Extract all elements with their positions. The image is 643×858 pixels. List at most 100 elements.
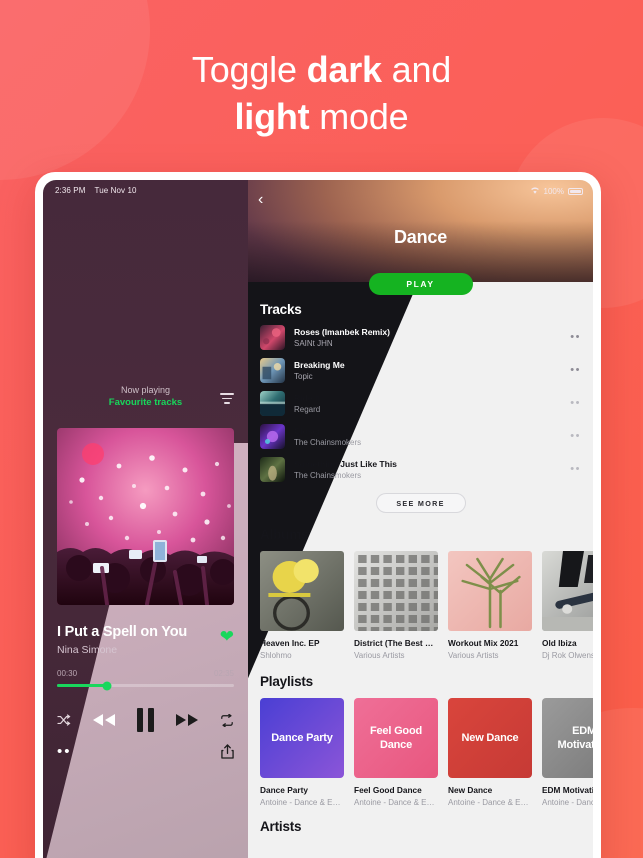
page-title: Dance (393, 227, 448, 247)
playlist-name: Feel Good Dance (354, 785, 422, 795)
track-row[interactable]: Something Just Like This The Chainsmokers… (248, 453, 593, 486)
track-artist: Topic (294, 372, 313, 381)
headline-text-mode: mode (309, 96, 409, 137)
album-artist: Shlohmo (260, 651, 292, 660)
album-artist: Various Artists (448, 651, 499, 660)
headline-text-dark: dark (306, 49, 382, 90)
progress-knob[interactable] (102, 681, 112, 690)
track-artist: The Chainsmokers (294, 471, 362, 480)
playlist-card[interactable]: Feel Good Dance Feel Good Dance Antoine - … (354, 698, 438, 807)
album-cover-art[interactable] (57, 428, 234, 605)
album-card[interactable]: Heaven Inc. EP Shlohmo (260, 551, 344, 660)
playlists-carousel[interactable]: Dance Party Dance Party Antoine - Dance & … (248, 689, 593, 807)
track-row[interactable]: Roses (Imanbek Remix) SAINt JHN •• (248, 321, 593, 354)
artists-section: Artists (248, 819, 593, 834)
status-bar-date: Tue Nov 10 (94, 186, 137, 195)
playlist-artwork: New Dance (448, 698, 532, 778)
track-thumbnail (260, 358, 285, 383)
playlist-artwork: Dance Party (260, 698, 344, 778)
track-meta: Breaking Me Topic (294, 360, 570, 381)
more-dots-icon[interactable]: •• (57, 744, 72, 759)
album-artwork (448, 551, 532, 631)
track-options-icon[interactable]: •• (570, 332, 581, 343)
now-playing-source[interactable]: Favourite tracks (43, 397, 248, 408)
now-playing-header: Now playing Favourite tracks (43, 385, 248, 408)
transport-controls (57, 702, 234, 738)
repeat-icon[interactable] (220, 713, 234, 727)
queue-list-icon[interactable] (220, 393, 234, 405)
heart-icon[interactable]: ❤ (220, 628, 234, 645)
track-name: Roses (Imanbek Remix) (294, 327, 390, 337)
playlist-card[interactable]: New Dance New Dance Antoine - Dance & EDM.… (448, 698, 532, 807)
track-artist: SAINt JHN (294, 339, 333, 348)
track-options-icon[interactable]: •• (570, 398, 581, 409)
track-meta: Closer The Chainsmokers (294, 426, 570, 447)
playlist-artwork-title: Feel Good Dance (370, 725, 422, 751)
wifi-icon (530, 186, 540, 196)
share-icon[interactable] (221, 743, 234, 759)
status-bar: 2:36 PM Tue Nov 10 (55, 186, 137, 195)
battery-icon (568, 187, 583, 195)
track-row[interactable]: Breaking Me Topic •• (248, 354, 593, 387)
track-options-icon[interactable]: •• (570, 431, 581, 442)
progress-fill (57, 684, 107, 687)
albums-carousel[interactable]: Heaven Inc. EP Shlohmo District (The Best … (248, 542, 593, 660)
track-name: Ride It (294, 393, 320, 403)
playlist-artwork: EDM Motivation (542, 698, 593, 778)
status-bar-time: 2:36 PM (55, 186, 86, 195)
track-thumbnail (260, 325, 285, 350)
track-artist: The Chainsmokers (294, 438, 362, 447)
elapsed-time: 00:30 (57, 669, 78, 678)
chevron-left-icon[interactable]: ‹ (258, 192, 263, 208)
headline-text-and: and (381, 49, 452, 90)
shuffle-icon[interactable] (57, 714, 71, 726)
track-options-icon[interactable]: •• (570, 464, 581, 475)
track-name: Breaking Me (294, 360, 345, 370)
pause-icon[interactable] (137, 708, 154, 732)
album-artwork (354, 551, 438, 631)
album-artist: Various Artists (354, 651, 405, 660)
playlists-section-title: Playlists (260, 674, 313, 689)
playlist-artwork-title: New Dance (461, 732, 519, 744)
fast-forward-icon[interactable] (175, 713, 199, 727)
track-row[interactable]: Closer The Chainsmokers •• (248, 420, 593, 453)
playlist-subtitle: Antoine - Dance & EDM... (542, 798, 593, 807)
play-button[interactable]: PLAY (368, 273, 473, 295)
battery-percent-label: 100% (543, 186, 564, 196)
playlist-subtitle: Antoine - Dance & EDM... (260, 798, 344, 807)
album-card[interactable]: District (The Best Les... Various Artists (354, 551, 438, 660)
headline-text-toggle: Toggle (191, 49, 307, 90)
current-track-artist: Nina Simone (57, 644, 118, 656)
track-options-icon[interactable]: •• (570, 365, 581, 376)
track-meta: Roses (Imanbek Remix) SAINt JHN (294, 327, 570, 348)
progress-slider[interactable] (57, 681, 234, 690)
artists-section-title: Artists (260, 819, 302, 834)
rewind-icon[interactable] (92, 713, 116, 727)
playlists-section: Playlists Dance Party Dance Party Antoine … (248, 674, 593, 807)
playlist-subtitle: Antoine - Dance & EDM... (448, 798, 532, 807)
content-scroll-area[interactable]: ‹ Dance PLAY Tracks Roses (Imanbek Remix… (248, 180, 593, 834)
content-column: ‹ Dance PLAY Tracks Roses (Imanbek Remix… (248, 180, 593, 858)
track-thumbnail (260, 457, 285, 482)
track-artist: Regard (294, 405, 321, 414)
album-card[interactable]: Workout Mix 2021 Various Artists (448, 551, 532, 660)
current-track-title: I Put a Spell on You (57, 624, 188, 640)
playlist-card[interactable]: EDM Motivation EDM Motivation Antoine - Da… (542, 698, 593, 807)
track-row[interactable]: Ride It Regard •• (248, 387, 593, 420)
playlist-subtitle: Antoine - Dance & EDM... (354, 798, 438, 807)
now-playing-label: Now playing (120, 385, 171, 395)
album-name: District (The Best Les... (354, 638, 438, 648)
album-card[interactable]: Old Ibiza Dj Rok Olwens (542, 551, 593, 660)
track-name: Closer (294, 426, 321, 436)
now-playing-panel: 2:36 PM Tue Nov 10 Now playing Favourite… (43, 180, 248, 858)
playlist-artwork-title: EDM Motivation (557, 725, 594, 751)
playlist-card[interactable]: Dance Party Dance Party Antoine - Dance & … (260, 698, 344, 807)
album-name: Workout Mix 2021 (448, 638, 519, 648)
track-name: Something Just Like This (294, 459, 397, 469)
see-more-button[interactable]: SEE MORE (375, 493, 466, 513)
album-name: Heaven Inc. EP (260, 638, 320, 648)
albums-section-title: Albums (260, 527, 309, 542)
track-meta: Something Just Like This The Chainsmokers (294, 459, 570, 480)
tablet-device-frame: ‹ Dance PLAY Tracks Roses (Imanbek Remix… (35, 172, 601, 858)
track-thumbnail (260, 391, 285, 416)
